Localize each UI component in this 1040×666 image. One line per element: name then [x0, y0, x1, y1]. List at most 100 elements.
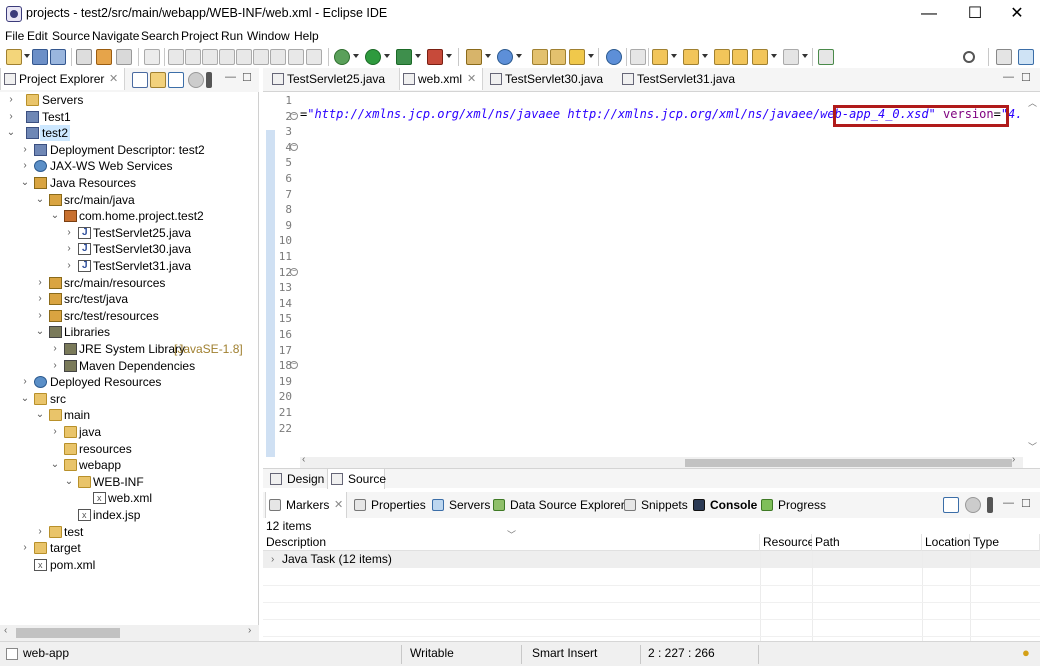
toggle-block-icon[interactable] [144, 49, 160, 65]
close-icon[interactable]: ✕ [334, 492, 343, 518]
chevron-right-icon[interactable]: › [20, 158, 30, 174]
close-window-button[interactable]: ✕ [994, 0, 1040, 28]
previous-annotation-icon[interactable] [683, 49, 699, 65]
menu-window[interactable]: Window [247, 29, 290, 43]
step-return-icon[interactable] [270, 49, 286, 65]
scroll-right-icon[interactable]: › [248, 625, 251, 636]
back-forward-icon[interactable] [732, 49, 748, 65]
forward-icon[interactable] [783, 49, 799, 65]
search-icon-toolbar[interactable] [569, 49, 585, 65]
chevron-right-icon[interactable]: › [64, 258, 74, 274]
minimize-view-icon[interactable]: — [225, 71, 236, 83]
menu-source[interactable]: Source [52, 29, 90, 43]
column-header-location[interactable]: Location [922, 534, 970, 551]
scrollbar-thumb[interactable] [16, 628, 120, 638]
new-class-icon[interactable] [497, 49, 513, 65]
chevron-right-icon[interactable]: › [6, 109, 16, 125]
tab-snippets[interactable]: Snippets [621, 492, 688, 518]
column-header-path[interactable]: Path [812, 534, 922, 551]
chevron-right-icon[interactable]: › [271, 551, 274, 568]
tab-design[interactable]: Design [267, 469, 327, 489]
scroll-right-icon[interactable]: › [1012, 454, 1015, 465]
tab-testservlet31[interactable]: TestServlet31.java [619, 68, 747, 90]
tab-testservlet30[interactable]: TestServlet30.java [487, 68, 615, 90]
menu-edit[interactable]: Edit [27, 29, 48, 43]
use-step-filters-icon[interactable] [306, 49, 322, 65]
chevron-down-icon[interactable]: ⌄ [50, 457, 60, 473]
maximize-button[interactable]: ☐ [952, 0, 998, 28]
chevron-right-icon[interactable]: › [35, 308, 45, 324]
menu-run[interactable]: Run [221, 29, 243, 43]
chevron-down-icon[interactable]: ⌄ [35, 324, 45, 340]
back-icon[interactable] [752, 49, 768, 65]
chevron-down-icon[interactable]: ⌄ [64, 474, 74, 490]
close-icon[interactable]: ✕ [109, 68, 118, 90]
step-into-icon[interactable] [236, 49, 252, 65]
globe-icon[interactable] [606, 49, 622, 65]
fold-collapse-icon[interactable]: − [290, 142, 298, 151]
new-java-project-icon[interactable] [466, 49, 482, 65]
suspend-icon[interactable] [185, 49, 201, 65]
scrollbar-thumb[interactable] [685, 459, 1012, 467]
tab-servers[interactable]: Servers [429, 492, 490, 518]
column-header-resource[interactable]: Resource [760, 534, 814, 551]
terminate-icon[interactable] [202, 49, 218, 65]
chevron-right-icon[interactable]: › [20, 142, 30, 158]
chevron-right-icon[interactable]: › [35, 524, 45, 540]
save-all-icon[interactable] [50, 49, 66, 65]
pin-editor-icon[interactable] [818, 49, 834, 65]
tab-console[interactable]: Console [690, 492, 757, 518]
chevron-right-icon[interactable]: › [50, 341, 60, 357]
close-icon[interactable]: ✕ [467, 68, 476, 90]
editor-vertical-scrollbar[interactable]: ︿ ﹀ [1023, 92, 1040, 457]
tip-lightbulb-icon[interactable]: ● [1022, 645, 1030, 660]
menu-project[interactable]: Project [181, 29, 218, 43]
tab-data-source-explorer[interactable]: Data Source Explorer [490, 492, 625, 518]
chevron-down-icon[interactable]: ⌄ [20, 175, 30, 191]
next-annotation-icon[interactable] [652, 49, 668, 65]
debug-icon[interactable] [334, 49, 350, 65]
editor-horizontal-scrollbar[interactable]: ‹ › [300, 454, 1023, 468]
fold-collapse-icon[interactable]: − [290, 361, 298, 370]
tab-source[interactable]: Source [327, 469, 386, 489]
menu-file[interactable]: File [5, 29, 24, 43]
filter-icon[interactable] [943, 497, 959, 513]
chevron-down-icon[interactable]: ⌄ [35, 407, 45, 423]
maximize-view-icon[interactable]: ☐ [242, 71, 252, 84]
explorer-horizontal-scrollbar[interactable]: ‹ › [0, 625, 259, 641]
last-edit-location-icon[interactable] [714, 49, 730, 65]
run-server-icon[interactable] [396, 49, 412, 65]
focus-icon[interactable] [965, 497, 981, 513]
tab-properties[interactable]: Properties [351, 492, 426, 518]
skip-breakpoints-icon[interactable] [76, 49, 92, 65]
chevron-down-icon[interactable]: ⌄ [20, 391, 30, 407]
open-folder-icon[interactable] [532, 49, 548, 65]
scroll-down-icon[interactable]: ﹀ [1028, 440, 1037, 453]
table-row[interactable]: › Java Task (12 items) [263, 551, 1040, 568]
collapse-all-icon[interactable] [132, 72, 148, 88]
open-task-icon[interactable] [550, 49, 566, 65]
scroll-left-icon[interactable]: ‹ [4, 625, 7, 636]
maximize-editor-icon[interactable]: ☐ [1021, 71, 1031, 84]
run-icon[interactable] [365, 49, 381, 65]
open-perspective-icon[interactable] [996, 49, 1012, 65]
column-header-type[interactable]: Type [970, 534, 1040, 551]
maximize-view-icon[interactable]: ☐ [1021, 497, 1031, 510]
disconnect-icon[interactable] [219, 49, 235, 65]
focus-icon[interactable] [188, 72, 204, 88]
chevron-right-icon[interactable]: › [6, 92, 16, 108]
chevron-right-icon[interactable]: › [35, 291, 45, 307]
link-with-editor-icon[interactable] [150, 72, 166, 88]
drop-to-frame-icon[interactable] [288, 49, 304, 65]
save-icon[interactable] [32, 49, 48, 65]
view-menu-icon[interactable] [987, 497, 993, 513]
fold-collapse-icon[interactable]: − [290, 267, 298, 276]
chevron-right-icon[interactable]: › [64, 225, 74, 241]
tab-web-xml[interactable]: web.xml ✕ [399, 68, 483, 90]
tab-testservlet25[interactable]: TestServlet25.java [269, 68, 397, 90]
chevron-right-icon[interactable]: › [50, 358, 60, 374]
menu-help[interactable]: Help [294, 29, 319, 43]
code-text-area[interactable]: ="http://xmlns.jcp.org/xml/ns/javaee htt… [300, 92, 1040, 457]
chevron-down-icon[interactable]: ⌄ [6, 125, 16, 141]
chevron-down-icon[interactable]: ⌄ [35, 192, 45, 208]
